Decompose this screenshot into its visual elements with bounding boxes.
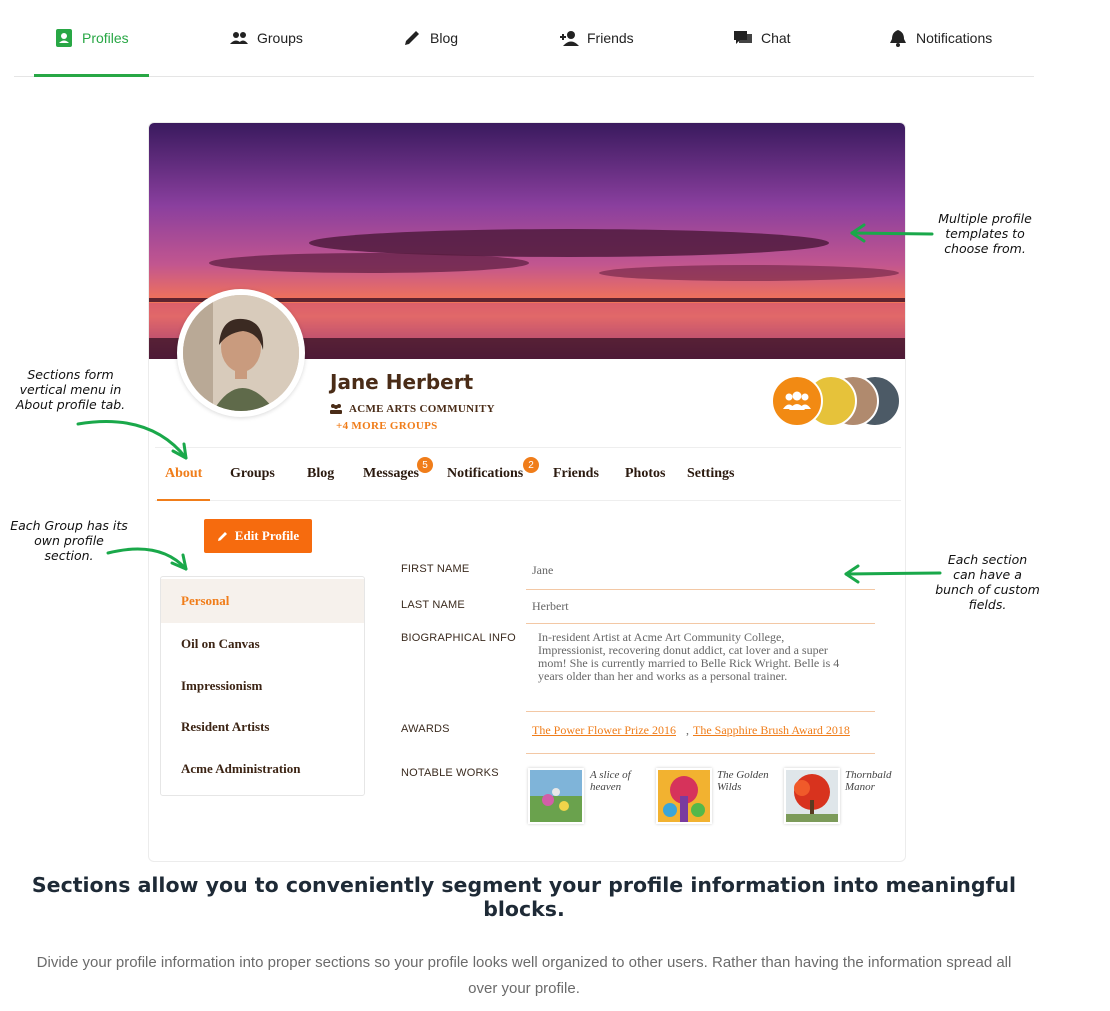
annotation-custom-fields: Each section can have a bunch of custom … [935,552,1040,612]
section-item-resident-artists[interactable]: Resident Artists [161,705,364,749]
add-friend-icon [560,31,579,46]
messages-badge: 5 [417,457,433,473]
headline: Sections allow you to conveniently segme… [31,873,1017,921]
field-divider [526,623,875,624]
nav-blog[interactable]: Blog [382,0,478,76]
tab-settings[interactable]: Settings [687,448,734,500]
notifications-badge: 2 [523,457,539,473]
award-separator: , [686,723,689,737]
nav-groups[interactable]: Groups [209,0,323,76]
profile-group[interactable]: ACME ARTS COMMUNITY [329,403,495,415]
avatar[interactable] [177,289,305,417]
tab-friends[interactable]: Friends [553,448,599,500]
nav-label: Groups [257,30,303,46]
tab-blog[interactable]: Blog [307,448,334,500]
sections-menu: Personal Oil on Canvas Impressionism Res… [160,576,365,796]
profile-tabs: About Groups Blog Messages 5 Notificatio… [155,447,901,501]
field-label-awards: AWARDS [401,723,450,735]
groups-icon [330,404,342,414]
work-caption: The Golden Wilds [717,769,769,793]
field-divider [526,753,875,754]
bell-icon [890,30,906,47]
group-name: ACME ARTS COMMUNITY [349,403,495,415]
group-avatar-main[interactable] [771,375,823,427]
field-value-bio: In-resident Artist at Acme Art Community… [538,630,840,683]
group-avatars [771,375,901,429]
award-link[interactable]: The Sapphire Brush Award 2018 [693,723,850,738]
field-divider [526,589,875,590]
work-thumbnail[interactable] [784,768,840,824]
profile-card: Jane Herbert ACME ARTS COMMUNITY +4 MORE… [148,122,906,862]
section-item-personal[interactable]: Personal [161,579,364,623]
pencil-icon [405,31,419,45]
nav-notifications[interactable]: Notifications [868,0,1012,76]
top-nav: Profiles Groups Blog Friends Chat Notifi… [14,0,1034,77]
nav-label: Profiles [82,30,129,46]
nav-friends[interactable]: Friends [539,0,654,76]
field-label-bio: BIOGRAPHICAL INFO [401,632,516,644]
section-item-impressionism[interactable]: Impressionism [161,664,364,708]
nav-profiles[interactable]: Profiles [34,0,149,77]
more-groups-link[interactable]: +4 MORE GROUPS [336,420,438,432]
nav-label: Blog [430,30,459,46]
edit-profile-button[interactable]: Edit Profile [204,519,312,553]
tab-notifications[interactable]: Notifications [447,448,523,500]
work-image [530,770,582,822]
field-label-first-name: FIRST NAME [401,563,470,575]
annotation-group-section: Each Group has its own profile section. [10,518,128,563]
annotation-templates: Multiple profile templates to choose fro… [938,211,1032,256]
nav-chat[interactable]: Chat [713,0,811,76]
chat-icon [734,31,752,44]
groups-icon [230,32,248,44]
award-link[interactable]: The Power Flower Prize 2016 [532,723,676,738]
tab-groups[interactable]: Groups [230,448,275,500]
profile-name: Jane Herbert [330,370,474,394]
annotation-sections-menu: Sections form vertical menu in About pro… [15,367,126,412]
nav-label: Chat [761,30,791,46]
avatar-portrait [183,295,299,411]
work-image [658,770,710,822]
work-thumbnail[interactable] [528,768,584,824]
edit-profile-label: Edit Profile [234,528,300,543]
tab-messages[interactable]: Messages [363,448,419,500]
field-value-last-name: Herbert [532,599,569,613]
field-value-first-name: Jane [532,563,554,577]
work-image [786,770,838,822]
profile-icon [56,29,72,47]
pencil-icon [217,532,227,541]
field-label-works: NOTABLE WORKS [401,767,499,779]
tab-about[interactable]: About [156,448,211,501]
subtext: Divide your profile information into pro… [36,954,1012,997]
field-label-last-name: LAST NAME [401,599,465,611]
section-item-oil-on-canvas[interactable]: Oil on Canvas [161,622,364,666]
work-thumbnail[interactable] [656,768,712,824]
tab-photos[interactable]: Photos [625,448,665,500]
field-divider [526,711,875,712]
nav-label: Notifications [916,30,993,46]
section-item-acme-administration[interactable]: Acme Administration [161,747,364,791]
nav-label: Friends [587,30,634,46]
groups-icon [783,391,811,410]
work-caption: A slice of heaven [590,769,631,793]
work-caption: Thornbald Manor [845,769,892,793]
